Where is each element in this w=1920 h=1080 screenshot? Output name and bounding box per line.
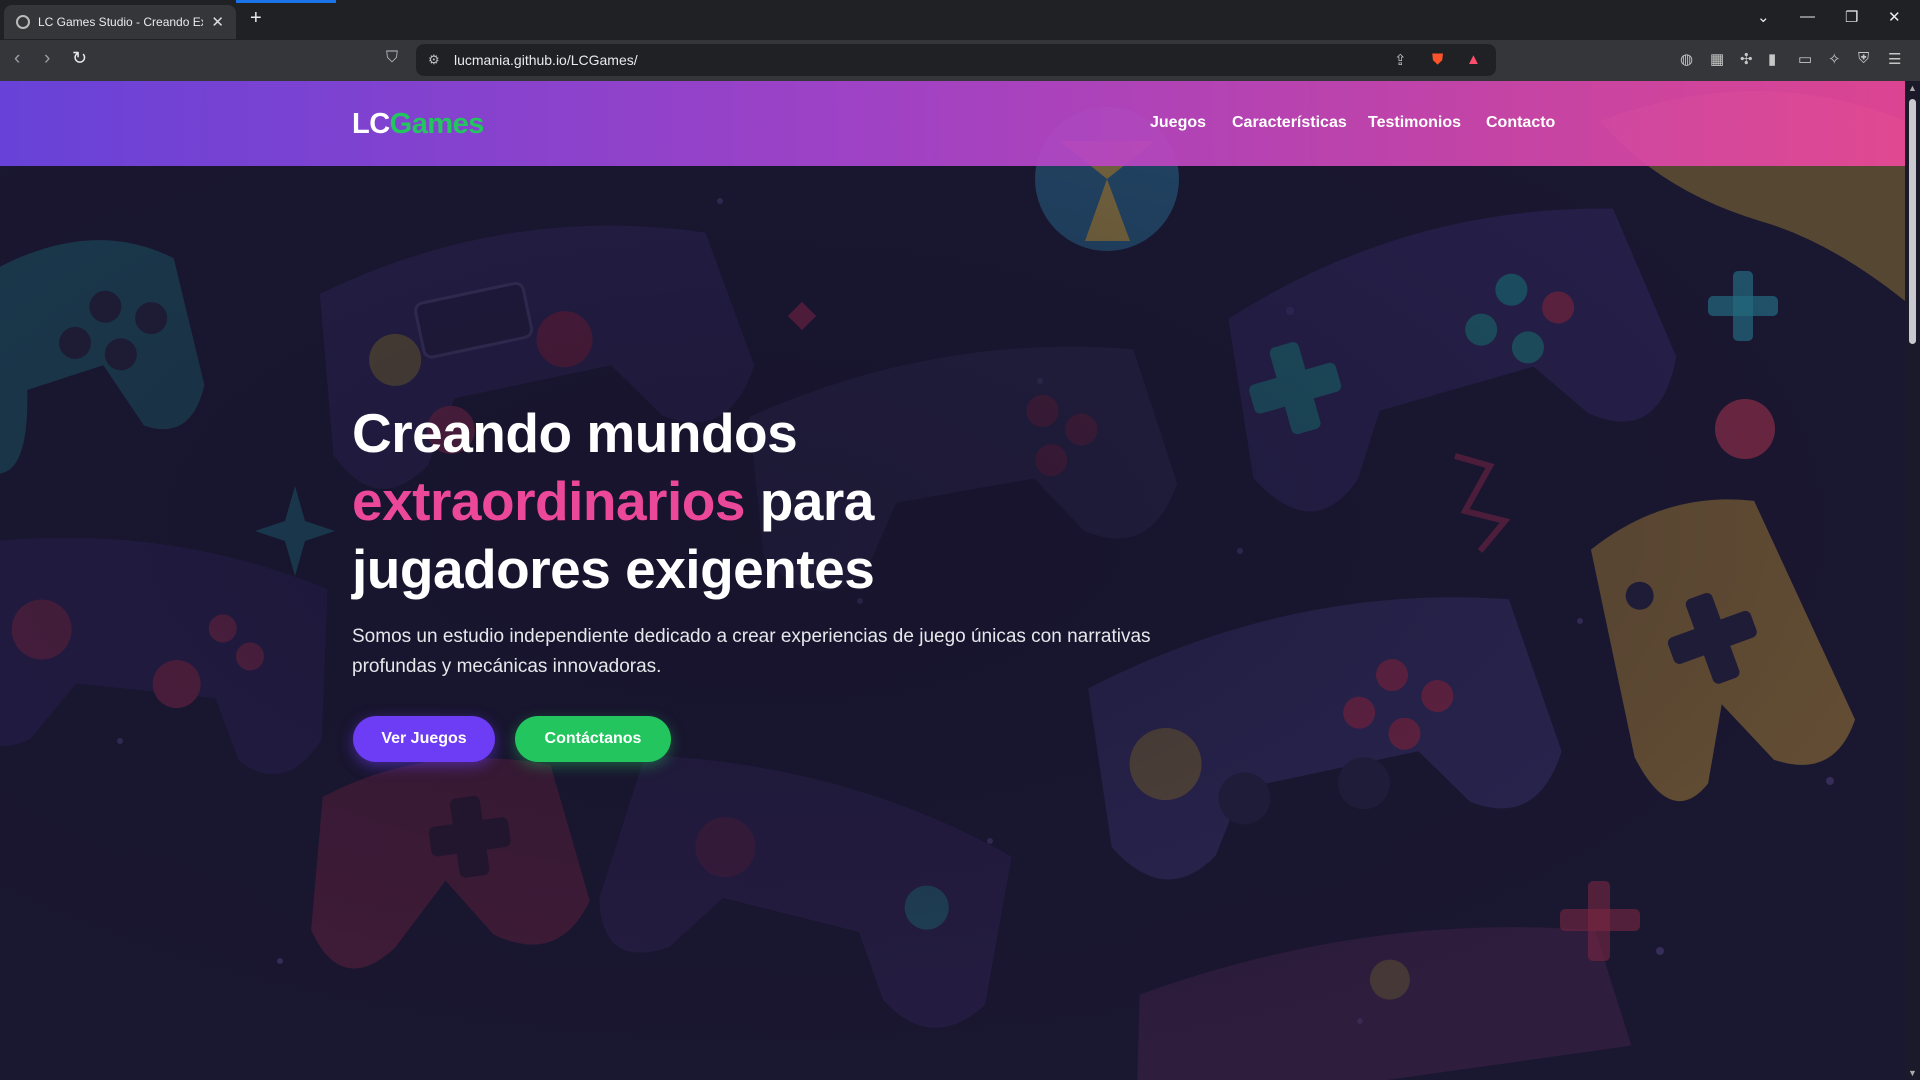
back-icon[interactable]: ‹	[14, 48, 20, 70]
nav-link-contacto[interactable]: Contacto	[1486, 114, 1555, 132]
site-header: LCGames Juegos Características Testimoni…	[0, 81, 1905, 166]
scrollbar-thumb[interactable]	[1909, 99, 1916, 344]
reload-icon[interactable]: ↻	[72, 48, 87, 69]
logo-lc-text: LC	[352, 108, 390, 140]
browser-toolbar: ‹ › ↻ ⛉ ⚙ lucmania.github.io/LCGames/ ⇪ …	[0, 40, 1920, 82]
menu-icon[interactable]: ☰	[1888, 50, 1901, 68]
extension-icon-2[interactable]: ▦	[1710, 50, 1724, 68]
leo-ai-icon[interactable]: ✧	[1828, 50, 1841, 68]
ver-juegos-button[interactable]: Ver Juegos	[353, 716, 495, 762]
browser-tab[interactable]: LC Games Studio - Creando Exp ✕	[4, 5, 236, 39]
page-scrollbar[interactable]: ▲ ▼	[1905, 81, 1920, 1080]
web-page: LCGames Juegos Características Testimoni…	[0, 81, 1905, 1080]
tab-title: LC Games Studio - Creando Exp	[38, 15, 204, 29]
bookmark-icon[interactable]: ⛉	[386, 49, 398, 67]
nav-link-caracteristicas[interactable]: Características	[1232, 114, 1347, 132]
tab-strip: LC Games Studio - Creando Exp ✕ + ⌄ — ❐ …	[0, 0, 1920, 40]
contactanos-button[interactable]: Contáctanos	[515, 716, 671, 762]
hero-subtitle: Somos un estudio independiente dedicado …	[352, 626, 1151, 677]
tab-loading-bar	[236, 0, 336, 3]
minimize-icon[interactable]: —	[1800, 8, 1815, 25]
site-logo[interactable]: LCGames	[352, 108, 484, 141]
hero-title-line1: Creando mundos	[352, 402, 798, 464]
hero-title-highlight: extraordinarios	[352, 470, 745, 532]
hero-title-after-highlight: para	[744, 470, 875, 532]
sidebar-icon[interactable]: ▮	[1768, 50, 1776, 68]
wallet-icon[interactable]: ▭	[1798, 50, 1812, 68]
tab-close-icon[interactable]: ✕	[211, 13, 224, 31]
tab-search-icon[interactable]: ⌄	[1757, 8, 1770, 26]
hero-title-line3: jugadores exigentes	[352, 538, 875, 600]
close-icon[interactable]: ✕	[1888, 8, 1901, 26]
puzzle-icon[interactable]: ✣	[1740, 50, 1753, 68]
site-info-icon[interactable]: ⚙	[428, 52, 440, 68]
scroll-up-icon[interactable]: ▲	[1908, 83, 1917, 93]
scroll-down-icon[interactable]: ▼	[1908, 1068, 1917, 1078]
address-bar[interactable]: ⚙ lucmania.github.io/LCGames/ ⇪ ⛊ ▲	[416, 44, 1496, 76]
vpn-icon[interactable]: ⛨	[1858, 50, 1869, 67]
nav-link-testimonios[interactable]: Testimonios	[1368, 114, 1461, 132]
restore-icon[interactable]: ❐	[1845, 8, 1858, 26]
nav-link-juegos[interactable]: Juegos	[1150, 114, 1206, 132]
logo-games-text: Games	[389, 108, 485, 140]
hero-title: Creando mundos extraordinarios para juga…	[352, 399, 1252, 603]
url-text[interactable]: lucmania.github.io/LCGames/	[454, 52, 638, 68]
brave-shields-icon[interactable]: ⛊	[1432, 51, 1443, 68]
extension-icon-1[interactable]: ◍	[1680, 50, 1693, 68]
brave-rewards-icon[interactable]: ▲	[1466, 51, 1481, 68]
globe-icon	[16, 15, 30, 29]
share-icon[interactable]: ⇪	[1394, 51, 1407, 69]
new-tab-button[interactable]: +	[250, 7, 262, 30]
forward-icon[interactable]: ›	[44, 48, 50, 70]
